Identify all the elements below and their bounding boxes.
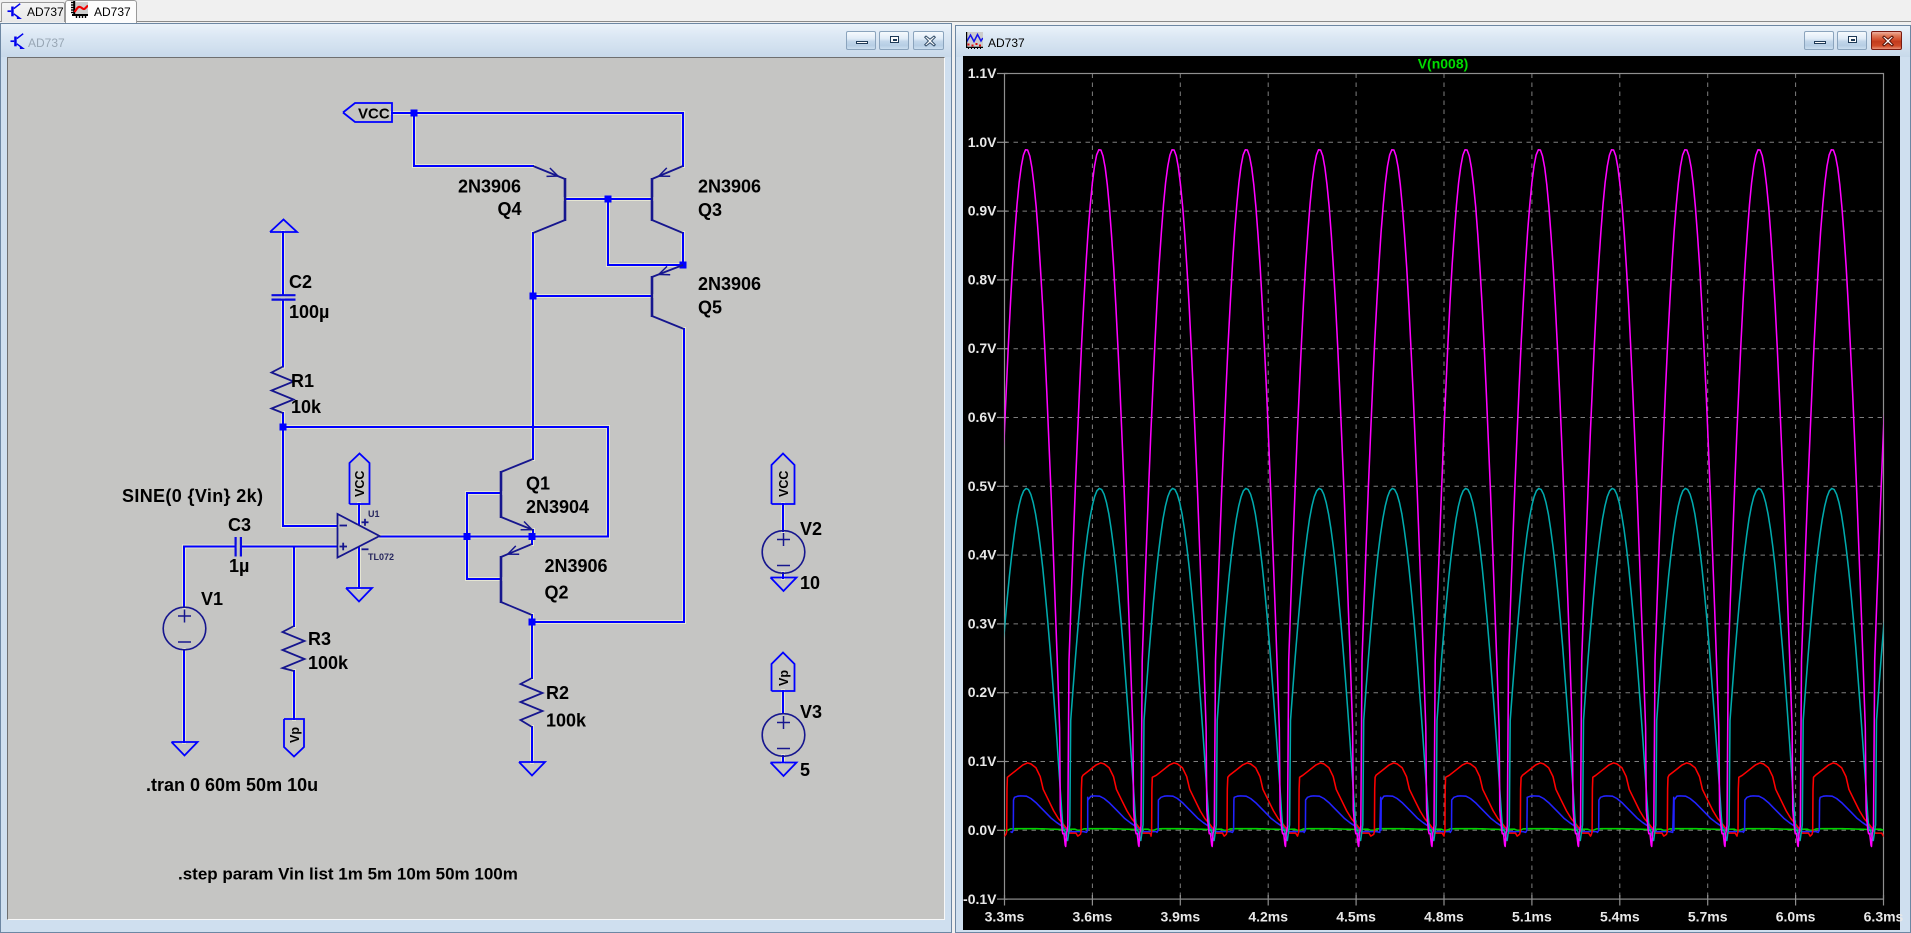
svg-text:10k: 10k (291, 397, 322, 417)
svg-text:1.0V: 1.0V (968, 134, 997, 150)
svg-text:3.9ms: 3.9ms (1160, 909, 1200, 925)
svg-text:V3: V3 (800, 702, 822, 722)
svg-text:Vp: Vp (777, 670, 791, 686)
svg-text:.tran 0 60m 50m 10u: .tran 0 60m 50m 10u (146, 775, 318, 795)
svg-text:6.0ms: 6.0ms (1776, 909, 1816, 925)
svg-text:5.1ms: 5.1ms (1512, 909, 1552, 925)
svg-text:2N3906: 2N3906 (458, 177, 521, 197)
svg-text:1µ: 1µ (229, 556, 249, 576)
svg-text:0.6V: 0.6V (968, 409, 997, 425)
svg-text:5.7ms: 5.7ms (1688, 909, 1728, 925)
svg-text:U1: U1 (368, 509, 380, 519)
svg-text:C3: C3 (228, 515, 251, 535)
svg-text:SINE(0 {Vin} 2k): SINE(0 {Vin} 2k) (122, 486, 263, 506)
svg-text:Q4: Q4 (498, 199, 522, 219)
svg-text:TL072: TL072 (368, 552, 394, 562)
svg-text:R2: R2 (546, 683, 569, 703)
svg-text:4.5ms: 4.5ms (1336, 909, 1376, 925)
svg-text:.step param Vin list 1m 5m 10m: .step param Vin list 1m 5m 10m 50m 100m (178, 865, 518, 884)
svg-text:Q1: Q1 (526, 474, 550, 494)
svg-text:0.1V: 0.1V (968, 753, 997, 769)
svg-text:3.6ms: 3.6ms (1073, 909, 1113, 925)
svg-text:10: 10 (800, 573, 820, 593)
svg-text:1.1V: 1.1V (968, 65, 997, 81)
svg-text:Q2: Q2 (545, 583, 569, 603)
svg-text:VCC: VCC (353, 471, 367, 497)
svg-text:0.4V: 0.4V (968, 547, 997, 563)
svg-text:-0.1V: -0.1V (963, 891, 997, 907)
svg-text:0.7V: 0.7V (968, 340, 997, 356)
svg-text:Vp: Vp (288, 727, 302, 743)
svg-text:V(n008): V(n008) (1418, 56, 1469, 72)
svg-text:Q5: Q5 (698, 298, 722, 318)
svg-text:0.0V: 0.0V (968, 822, 997, 838)
svg-text:100k: 100k (546, 711, 587, 731)
svg-text:R1: R1 (291, 371, 314, 391)
svg-text:0.8V: 0.8V (968, 271, 997, 287)
svg-text:R3: R3 (308, 629, 331, 649)
svg-text:0.9V: 0.9V (968, 203, 997, 219)
svg-text:2N3904: 2N3904 (526, 497, 589, 517)
svg-text:VCC: VCC (358, 106, 390, 123)
svg-text:5.4ms: 5.4ms (1600, 909, 1640, 925)
svg-text:6.3ms: 6.3ms (1864, 909, 1904, 925)
svg-text:100µ: 100µ (289, 302, 329, 322)
svg-text:V1: V1 (201, 589, 223, 609)
svg-text:0.5V: 0.5V (968, 478, 997, 494)
svg-text:4.8ms: 4.8ms (1424, 909, 1464, 925)
svg-text:4.2ms: 4.2ms (1248, 909, 1288, 925)
svg-text:3.3ms: 3.3ms (985, 909, 1025, 925)
svg-text:5: 5 (800, 760, 810, 780)
svg-text:2N3906: 2N3906 (698, 274, 761, 294)
svg-text:V2: V2 (800, 519, 822, 539)
svg-text:0.2V: 0.2V (968, 684, 997, 700)
svg-text:C2: C2 (289, 272, 312, 292)
svg-text:VCC: VCC (777, 471, 791, 497)
svg-text:2N3906: 2N3906 (698, 177, 761, 197)
svg-text:Q3: Q3 (698, 200, 722, 220)
svg-text:0.3V: 0.3V (968, 615, 997, 631)
svg-text:2N3906: 2N3906 (545, 556, 608, 576)
svg-text:100k: 100k (308, 653, 349, 673)
